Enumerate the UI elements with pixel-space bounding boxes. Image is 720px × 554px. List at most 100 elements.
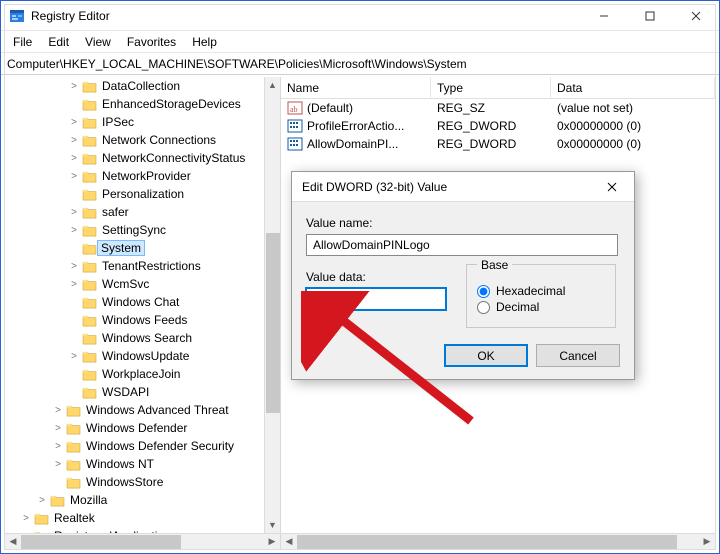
cancel-button[interactable]: Cancel [536, 344, 620, 367]
ok-button[interactable]: OK [444, 344, 528, 367]
list-row[interactable]: ProfileErrorActio...REG_DWORD0x00000000 … [281, 117, 715, 135]
tree-hscroll[interactable]: ◀ ▶ [5, 533, 280, 549]
tree-item[interactable]: >EnhancedStorageDevices [5, 95, 264, 113]
dword-value-icon [287, 136, 303, 152]
cell-type: REG_SZ [431, 101, 551, 115]
chevron-right-icon[interactable]: > [67, 207, 81, 218]
chevron-right-icon[interactable]: > [51, 423, 65, 434]
tree-item[interactable]: >Windows Feeds [5, 311, 264, 329]
tree-item-label: DataCollection [101, 79, 180, 93]
tree-item[interactable]: > Mozilla [5, 491, 264, 509]
folder-icon [81, 79, 97, 93]
tree-item[interactable]: > Windows NT [5, 455, 264, 473]
tree-item-label: NetworkProvider [101, 169, 191, 183]
app-window: Registry Editor File Edit View Favorites… [0, 0, 720, 554]
chevron-right-icon[interactable]: > [35, 495, 49, 506]
folder-icon [81, 223, 97, 237]
tree-item[interactable]: >Network Connections [5, 131, 264, 149]
chevron-right-icon[interactable]: > [67, 261, 81, 272]
folder-icon [81, 367, 97, 381]
folder-icon [81, 97, 97, 111]
folder-icon [65, 421, 81, 435]
chevron-right-icon[interactable]: > [67, 117, 81, 128]
cell-name: AllowDomainPI... [307, 137, 398, 151]
col-type[interactable]: Type [431, 77, 551, 98]
dialog-close-button[interactable] [590, 172, 634, 201]
folder-icon [81, 169, 97, 183]
tree-item[interactable]: >WindowsStore [5, 473, 264, 491]
tree-item-label: System [97, 240, 145, 256]
tree-item-label: Windows NT [85, 457, 154, 471]
tree-item-label: Windows Search [101, 331, 192, 345]
tree-item-label: Windows Feeds [101, 313, 187, 327]
chevron-right-icon[interactable]: > [67, 171, 81, 182]
tree-item-label: Realtek [53, 511, 95, 525]
folder-icon [81, 187, 97, 201]
list-row[interactable]: ab(Default)REG_SZ(value not set) [281, 99, 715, 117]
tree-item[interactable]: >WorkplaceJoin [5, 365, 264, 383]
chevron-right-icon[interactable]: > [67, 351, 81, 362]
tree-item[interactable]: > Windows Advanced Threat [5, 401, 264, 419]
chevron-right-icon[interactable]: > [51, 405, 65, 416]
value-data-field[interactable] [306, 288, 446, 310]
chevron-right-icon[interactable]: > [67, 279, 81, 290]
chevron-right-icon[interactable]: > [51, 459, 65, 470]
tree-item[interactable]: > NetworkConnectivityStatus [5, 149, 264, 167]
chevron-right-icon[interactable]: > [67, 135, 81, 146]
chevron-right-icon[interactable]: > [67, 225, 81, 236]
folder-icon [81, 313, 97, 327]
tree-item-label: NetworkConnectivityStatus [101, 151, 245, 165]
cell-data: (value not set) [551, 101, 715, 115]
tree-item-label: Personalization [101, 187, 184, 201]
tree-item[interactable]: >Personalization [5, 185, 264, 203]
tree-item[interactable]: >SettingSync [5, 221, 264, 239]
radio-decimal-input[interactable] [477, 301, 490, 314]
tree-item[interactable]: >Windows Defender Security [5, 437, 264, 455]
tree-item[interactable]: >Windows Chat [5, 293, 264, 311]
tree-item-label: IPSec [101, 115, 134, 129]
dialog-title: Edit DWORD (32-bit) Value [302, 180, 447, 194]
tree-item[interactable]: >TenantRestrictions [5, 257, 264, 275]
chevron-right-icon[interactable]: > [67, 81, 81, 92]
tree-item-label: EnhancedStorageDevices [101, 97, 241, 111]
cell-data: 0x00000000 (0) [551, 137, 715, 151]
col-data[interactable]: Data [551, 77, 715, 98]
tree[interactable]: >DataCollection>EnhancedStorageDevices>I… [5, 77, 264, 533]
tree-item[interactable]: > NetworkProvider [5, 167, 264, 185]
chevron-right-icon[interactable]: > [51, 441, 65, 452]
tree-vscroll[interactable]: ▲ ▼ [264, 77, 280, 533]
col-name[interactable]: Name [281, 77, 431, 98]
list-row[interactable]: AllowDomainPI...REG_DWORD0x00000000 (0) [281, 135, 715, 153]
base-label: Base [477, 258, 512, 272]
radio-hexadecimal-input[interactable] [477, 285, 490, 298]
tree-item-label: WcmSvc [101, 277, 149, 291]
tree-item-label: Windows Defender [85, 421, 187, 435]
folder-icon [81, 385, 97, 399]
folder-icon [81, 349, 97, 363]
tree-item[interactable]: >System [5, 239, 264, 257]
tree-item-label: WorkplaceJoin [101, 367, 180, 381]
string-value-icon: ab [287, 100, 303, 116]
tree-item-label: safer [101, 205, 129, 219]
chevron-right-icon[interactable]: > [67, 153, 81, 164]
tree-item[interactable]: > IPSec [5, 113, 264, 131]
tree-item[interactable]: > DataCollection [5, 77, 264, 95]
tree-item[interactable]: > Windows Defender [5, 419, 264, 437]
dialog-titlebar[interactable]: Edit DWORD (32-bit) Value [292, 172, 634, 202]
radio-decimal[interactable]: Decimal [477, 297, 605, 317]
folder-icon [81, 259, 97, 273]
list-hscroll[interactable]: ◀ ▶ [281, 533, 715, 549]
chevron-right-icon[interactable]: > [19, 513, 33, 524]
tree-item-label: Windows Advanced Threat [85, 403, 229, 417]
value-name-field [306, 234, 618, 256]
folder-icon [81, 277, 97, 291]
tree-item[interactable]: >Windows Search [5, 329, 264, 347]
tree-item[interactable]: > safer [5, 203, 264, 221]
tree-item[interactable]: > Realtek [5, 509, 264, 527]
folder-icon [65, 475, 81, 489]
tree-item[interactable]: >WSDAPI [5, 383, 264, 401]
tree-item[interactable]: > WcmSvc [5, 275, 264, 293]
tree-item[interactable]: >WindowsUpdate [5, 347, 264, 365]
tree-item-label: Mozilla [69, 493, 107, 507]
tree-panel: >DataCollection>EnhancedStorageDevices>I… [5, 77, 281, 549]
